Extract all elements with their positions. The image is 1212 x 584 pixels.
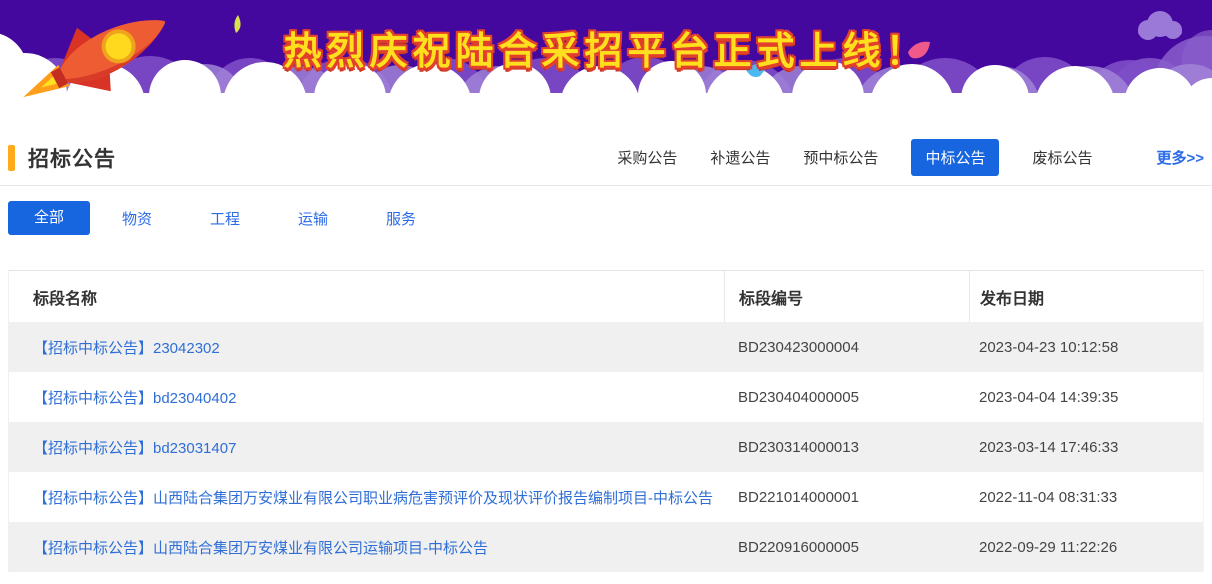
tab-cancelled-bid-announcement[interactable]: 废标公告 xyxy=(1032,139,1092,176)
confetti-yellow xyxy=(234,15,240,33)
row-section-code: BD230423000004 xyxy=(724,322,969,372)
announcement-tabs: 采购公告 补遗公告 预中标公告 中标公告 废标公告 xyxy=(617,139,1092,176)
small-cloud-icon xyxy=(1138,11,1182,40)
tab-addendum-announcement[interactable]: 补遗公告 xyxy=(710,139,770,176)
promo-banner: 热烈庆祝陆合采招平台正式上线！ xyxy=(0,0,1212,105)
row-section-code: BD221014000001 xyxy=(724,472,969,522)
tab-purchase-announcement[interactable]: 采购公告 xyxy=(617,139,677,176)
announcement-link[interactable]: 【招标中标公告】bd23040402 xyxy=(33,387,236,408)
column-header-section-name: 标段名称 xyxy=(9,271,724,322)
filter-materials[interactable]: 物资 xyxy=(96,208,178,229)
row-section-code: BD230404000005 xyxy=(724,372,969,422)
section-accent-bar xyxy=(8,145,15,171)
section-divider xyxy=(0,185,1212,186)
row-publish-date: 2022-11-04 08:31:33 xyxy=(969,472,1199,522)
tab-pre-award-announcement[interactable]: 预中标公告 xyxy=(803,139,878,176)
row-section-code: BD230314000013 xyxy=(724,422,969,472)
column-header-section-code: 标段编号 xyxy=(724,271,969,322)
row-publish-date: 2023-04-23 10:12:58 xyxy=(969,322,1199,372)
table-row: 【招标中标公告】23042302 BD230423000004 2023-04-… xyxy=(9,322,1203,372)
row-section-code: BD220916000005 xyxy=(724,522,969,572)
filter-transport[interactable]: 运输 xyxy=(272,208,354,229)
row-publish-date: 2023-04-04 14:39:35 xyxy=(969,372,1199,422)
more-link[interactable]: 更多>> xyxy=(1156,147,1204,168)
banner-title: 热烈庆祝陆合采招平台正式上线！ xyxy=(283,20,928,75)
category-filters: 全部 物资 工程 运输 服务 xyxy=(8,201,1204,235)
table-header-row: 标段名称 标段编号 发布日期 xyxy=(9,271,1203,322)
tab-award-announcement[interactable]: 中标公告 xyxy=(911,139,999,176)
section-title: 招标公告 xyxy=(28,143,116,173)
table-row: 【招标中标公告】bd23031407 BD230314000013 2023-0… xyxy=(9,422,1203,472)
filter-all[interactable]: 全部 xyxy=(8,201,90,235)
row-publish-date: 2022-09-29 11:22:26 xyxy=(969,522,1199,572)
table-row: 【招标中标公告】bd23040402 BD230404000005 2023-0… xyxy=(9,372,1203,422)
column-header-publish-date: 发布日期 xyxy=(969,271,1199,322)
page: 热烈庆祝陆合采招平台正式上线！ 招标公告 采购公告 补遗公告 预中标公告 中标公… xyxy=(0,0,1212,584)
filter-engineering[interactable]: 工程 xyxy=(184,208,266,229)
announcement-link[interactable]: 【招标中标公告】bd23031407 xyxy=(33,437,236,458)
filter-services[interactable]: 服务 xyxy=(360,208,442,229)
row-publish-date: 2023-03-14 17:46:33 xyxy=(969,422,1199,472)
announcement-link[interactable]: 【招标中标公告】山西陆合集团万安煤业有限公司运输项目-中标公告 xyxy=(33,537,488,558)
announcement-link[interactable]: 【招标中标公告】山西陆合集团万安煤业有限公司职业病危害预评价及现状评价报告编制项… xyxy=(33,487,713,508)
table-row: 【招标中标公告】山西陆合集团万安煤业有限公司职业病危害预评价及现状评价报告编制项… xyxy=(9,472,1203,522)
table-row: 【招标中标公告】山西陆合集团万安煤业有限公司运输项目-中标公告 BD220916… xyxy=(9,522,1203,572)
announcement-table: 标段名称 标段编号 发布日期 【招标中标公告】23042302 BD230423… xyxy=(8,270,1204,572)
announcement-link[interactable]: 【招标中标公告】23042302 xyxy=(33,337,220,358)
section-header: 招标公告 采购公告 补遗公告 预中标公告 中标公告 废标公告 更多>> xyxy=(8,139,1204,176)
